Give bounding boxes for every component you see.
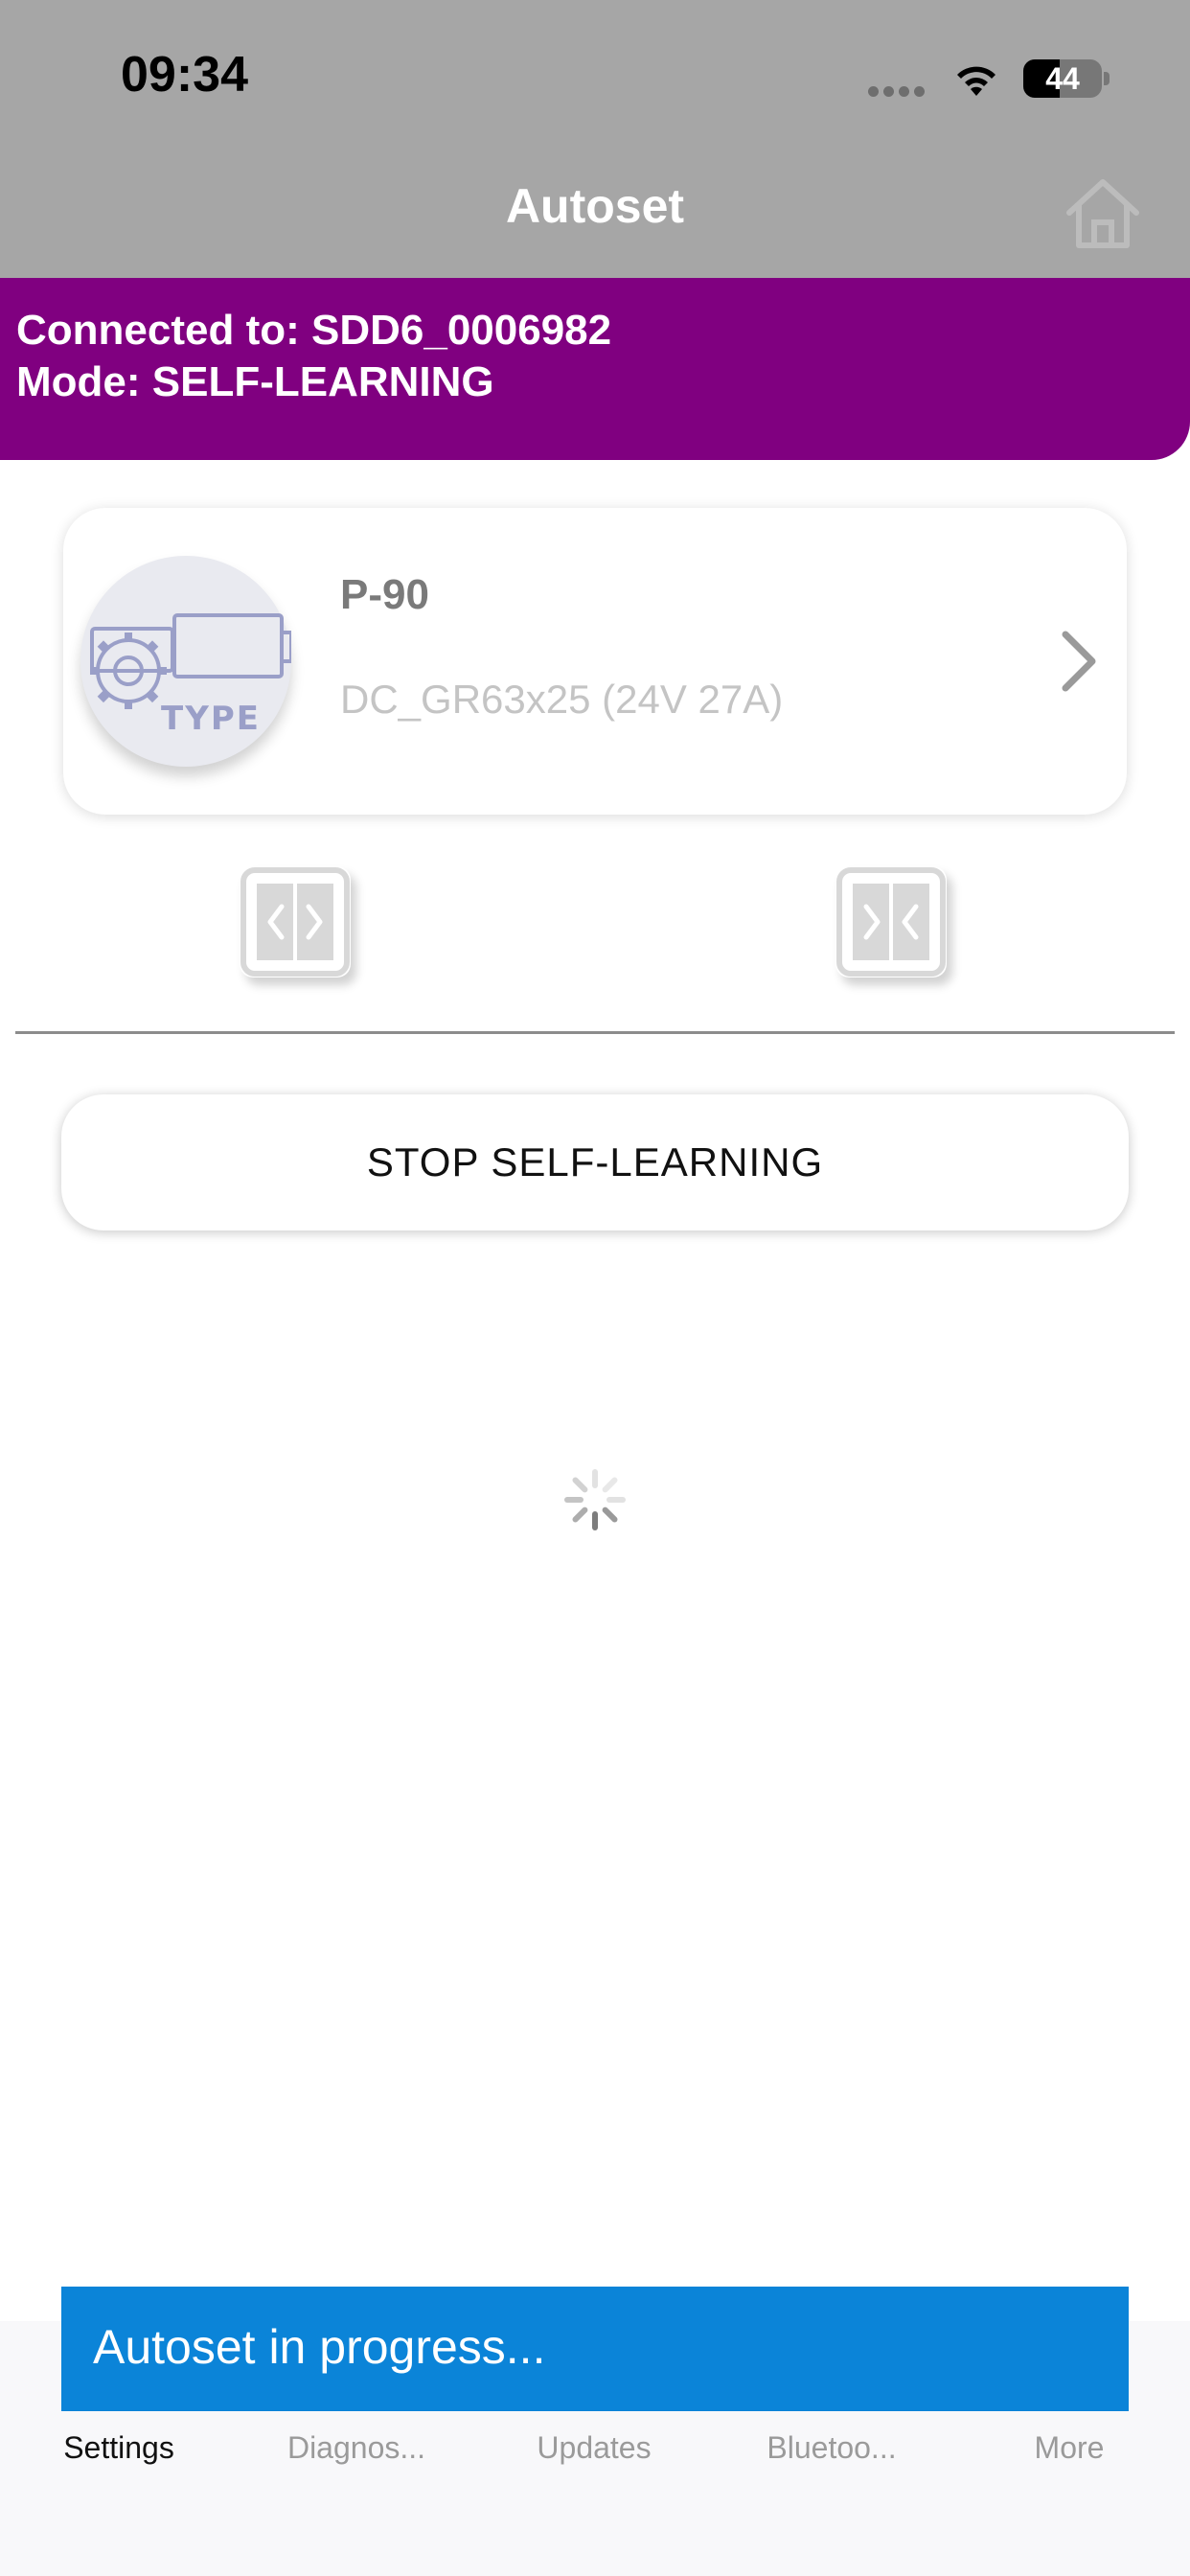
status-bar: 09:34 44 [0,0,1190,144]
wifi-icon [957,66,995,96]
page-title: Autoset [505,179,685,233]
progress-toast: Autoset in progress... [61,2287,1129,2411]
cellular-signal-icon [868,84,929,102]
status-time: 09:34 [121,47,248,103]
chevron-right-icon [1062,631,1096,692]
tab-settings[interactable]: Settings [0,2430,238,2466]
motor-type-badge: TYPE [80,556,291,767]
door-open-button[interactable] [240,866,351,978]
connected-to-text: Connected to: SDD6_0006982 [16,307,612,354]
motor-name: P-90 [340,571,429,618]
motor-type-card[interactable]: TYPE P-90 DC_GR63x25 (24V 27A) [63,508,1127,815]
connection-banner: Connected to: SDD6_0006982 Mode: SELF-LE… [0,278,1190,460]
motor-type-badge-label: TYPE [161,700,261,738]
home-icon[interactable] [1062,172,1144,255]
battery-level: 44 [1045,61,1080,96]
stop-self-learning-button[interactable]: STOP SELF-LEARNING [61,1094,1129,1230]
tab-diagnostics[interactable]: Diagnos... [238,2430,475,2466]
tab-updates[interactable]: Updates [475,2430,713,2466]
toast-message: Autoset in progress... [93,2320,546,2374]
navigation-bar: Autoset [0,144,1190,278]
door-close-button[interactable] [835,866,947,978]
motor-spec: DC_GR63x25 (24V 27A) [340,677,784,722]
tab-bluetooth[interactable]: Bluetoo... [713,2430,950,2466]
battery-icon: 44 [1023,59,1102,98]
tab-more[interactable]: More [950,2430,1188,2466]
divider [15,1031,1175,1034]
activity-spinner-icon [564,1469,626,1530]
door-open-icon [240,867,350,977]
mode-text: Mode: SELF-LEARNING [16,358,494,405]
door-close-icon [836,867,946,977]
